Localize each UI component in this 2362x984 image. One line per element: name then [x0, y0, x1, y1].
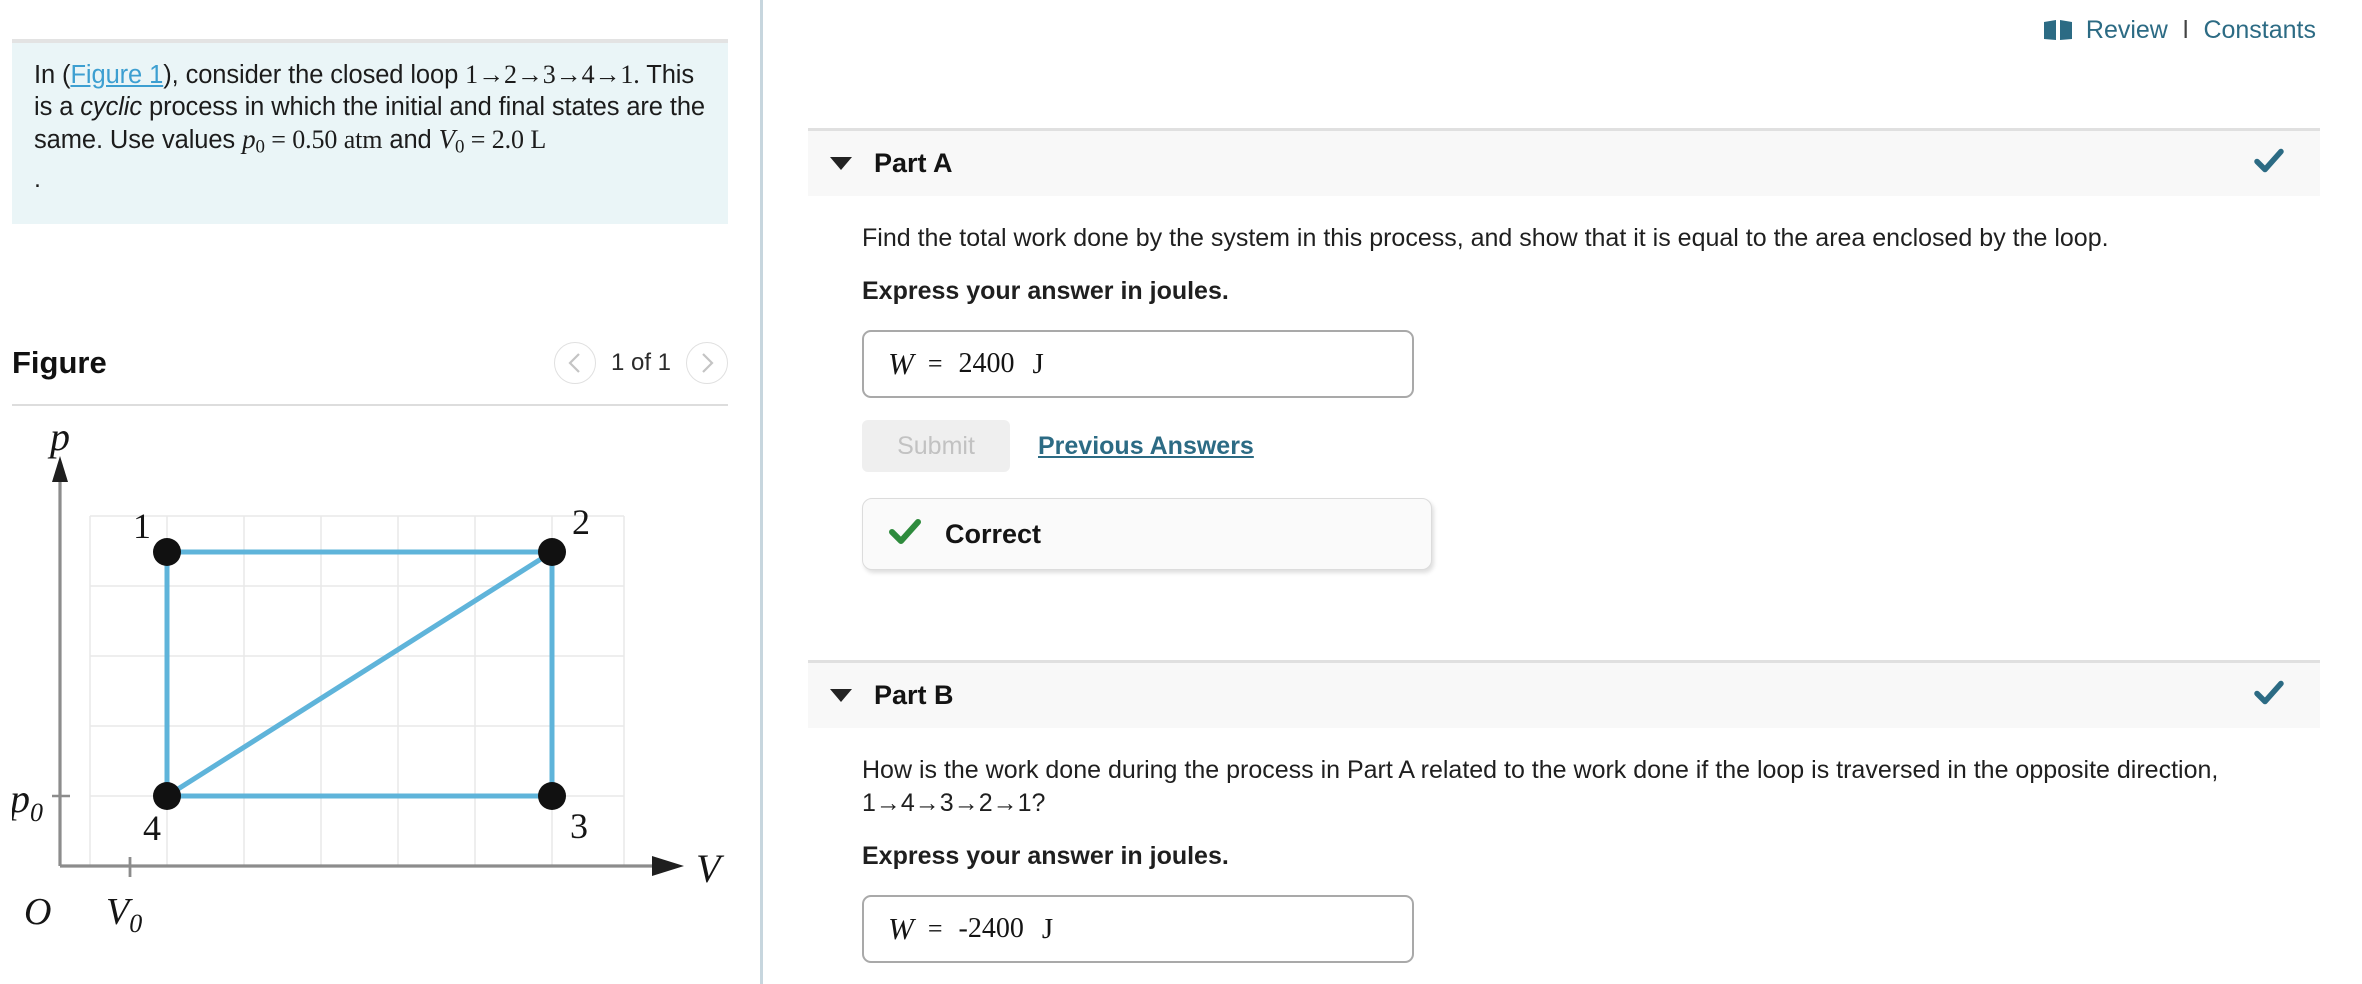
figure-prev-button[interactable]: [553, 342, 596, 384]
part-a-block: Part A Find the total work done by the s…: [808, 128, 2320, 570]
vertex-2: [538, 538, 566, 566]
problem-intro-mid: ), consider the closed loop: [163, 61, 466, 89]
problem-statement-text: In (Figure 1), consider the closed loop …: [34, 59, 706, 193]
collapse-caret-icon[interactable]: [830, 689, 852, 702]
review-constants-bar: Review l Constants: [2043, 16, 2316, 45]
part-a-answer-value[interactable]: 2400: [959, 348, 1015, 380]
left-panel: In (Figure 1), consider the closed loop …: [0, 0, 752, 984]
page-root: In (Figure 1), consider the closed loop …: [0, 0, 2362, 984]
part-a-feedback-label: Correct: [945, 518, 1042, 549]
figure-counter: 1 of 1: [610, 349, 671, 376]
p-axis-arrow-icon: [52, 456, 68, 482]
vertex-3: [538, 782, 566, 810]
part-b-question: How is the work done during the process …: [862, 756, 2219, 817]
p-axis-label: p: [47, 420, 70, 459]
part-a-answer-equals: =: [927, 349, 943, 378]
axis-labels: p V p0 O V0: [7, 414, 725, 938]
problem-statement-box: In (Figure 1), consider the closed loop …: [12, 39, 728, 224]
part-a-label: Part A: [874, 148, 953, 178]
loop-sequence: 1→2→3→4→1.: [465, 60, 640, 89]
part-b-body: How is the work done during the process …: [808, 728, 2320, 963]
part-a-answer-unit: J: [1032, 347, 1044, 380]
part-a-status-icon: [2254, 148, 2284, 179]
v-axis-label: V: [696, 846, 725, 891]
part-a-answer-variable: W: [888, 346, 914, 381]
cyclic-emphasis: cyclic: [80, 93, 143, 121]
p0-axis-label: p0: [12, 776, 43, 827]
part-a-header[interactable]: Part A: [808, 128, 2320, 196]
part-a-body: Find the total work done by the system i…: [808, 196, 2320, 570]
constants-link[interactable]: Constants: [2203, 16, 2316, 45]
review-separator: l: [2182, 16, 2189, 44]
part-b-express-instruction: Express your answer in joules.: [862, 842, 1229, 870]
collapse-caret-icon[interactable]: [830, 157, 852, 170]
v0-axis-label: V0: [106, 891, 142, 938]
vertex-4: [153, 782, 181, 810]
vertex-label-3: 3: [570, 806, 588, 846]
part-a-question: Find the total work done by the system i…: [862, 224, 2109, 252]
figure-image[interactable]: 1 2 3 4 p V p0 O V0: [7, 414, 728, 940]
part-b-answer-unit: J: [1041, 912, 1054, 945]
pv-diagram: 1 2 3 4 p V p0 O V0: [7, 414, 725, 938]
part-a-answer-input[interactable]: W = 2400 J: [862, 330, 1414, 398]
vertex-label-1: 1: [133, 506, 151, 546]
figure-title: Figure: [12, 345, 107, 380]
figure-header: Figure 1 of 1: [12, 332, 728, 394]
v-axis-arrow-icon: [652, 856, 684, 876]
vertex-1: [153, 538, 181, 566]
vertex-label-4: 4: [143, 808, 161, 848]
review-link[interactable]: Review: [2086, 16, 2168, 45]
v0-symbol: V0: [438, 124, 465, 158]
part-b-answer-variable: W: [888, 911, 914, 946]
figure-1-link[interactable]: Figure 1: [70, 61, 163, 89]
vertex-label-2: 2: [572, 502, 590, 542]
p0-value: = 0.50 atm: [264, 125, 383, 154]
chart-gridlines: [89, 515, 625, 867]
loop-path: [164, 549, 555, 799]
part-b-status-icon: [2254, 680, 2284, 711]
chevron-right-icon: [702, 353, 714, 373]
green-check-icon: [889, 518, 921, 550]
panel-divider: [760, 0, 763, 984]
part-b-answer-input[interactable]: W = -2400 J: [862, 895, 1414, 963]
part-b-answer-equals: =: [927, 914, 943, 943]
part-b-block: Part B How is the work done during the p…: [808, 660, 2320, 963]
p0-symbol: p0: [242, 124, 265, 158]
problem-intro-prefix: In (: [34, 61, 71, 89]
and-word: and: [382, 126, 439, 154]
v0-value: = 2.0 L: [464, 125, 547, 154]
figure-next-button[interactable]: [686, 342, 728, 384]
figure-navigation: 1 of 1: [553, 342, 728, 384]
origin-label: O: [24, 891, 51, 933]
part-b-answer-value[interactable]: -2400: [959, 913, 1024, 945]
part-a-previous-answers-link[interactable]: Previous Answers: [1038, 432, 1254, 461]
part-a-submit-button[interactable]: Submit: [862, 420, 1010, 472]
part-a-actions: Submit Previous Answers: [862, 420, 2320, 472]
figure-divider: [12, 404, 728, 406]
problem-trailing-dot: .: [34, 164, 41, 193]
part-a-express-instruction: Express your answer in joules.: [862, 277, 1229, 305]
part-a-feedback-box: Correct: [862, 498, 1432, 570]
part-b-header[interactable]: Part B: [808, 660, 2320, 728]
book-icon: [2043, 19, 2073, 43]
right-panel: Review l Constants Part A Find the total…: [766, 0, 2362, 984]
part-b-label: Part B: [874, 680, 954, 710]
chevron-left-icon: [568, 353, 580, 373]
